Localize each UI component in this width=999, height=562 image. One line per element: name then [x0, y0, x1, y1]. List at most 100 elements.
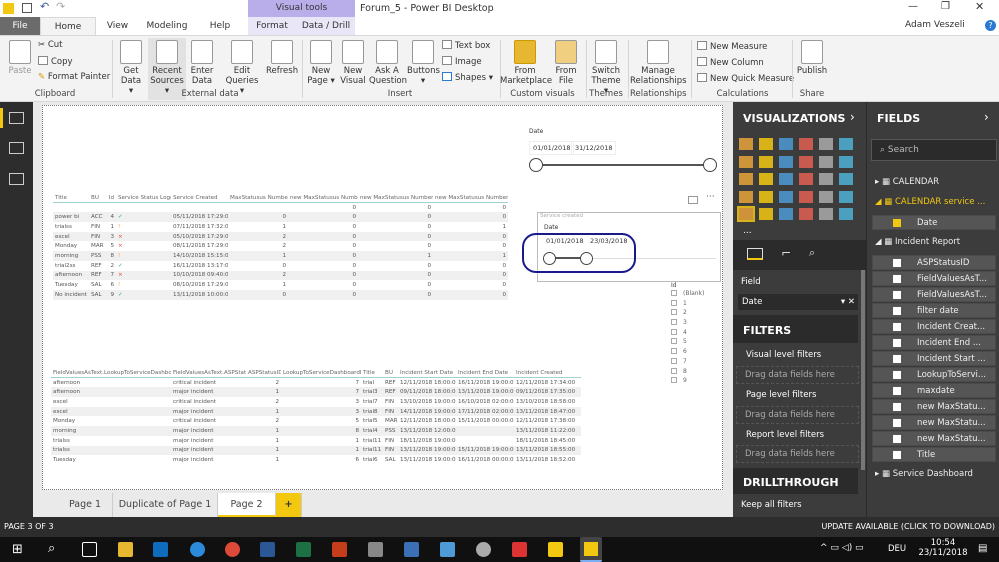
slicer-end-handle[interactable]: [703, 158, 717, 172]
visual-type-icon[interactable]: [839, 155, 853, 168]
buttons-button[interactable]: Buttons ▾: [407, 40, 440, 86]
new-quick-measure-button[interactable]: New Quick Measure: [697, 73, 794, 85]
id-option[interactable]: 2: [671, 308, 721, 318]
visual-type-icon[interactable]: [799, 190, 813, 203]
column-header[interactable]: new MaxStatusus Number 2: [358, 193, 433, 204]
fields-search-input[interactable]: ⌕ Search: [871, 139, 997, 161]
data-view-icon[interactable]: [9, 142, 24, 154]
remove-field-icon[interactable]: ▾ ✕: [841, 294, 855, 310]
checkbox[interactable]: [671, 319, 677, 326]
visual-type-icon[interactable]: [819, 155, 833, 168]
visual-type-icon[interactable]: [779, 173, 793, 185]
visual-type-icon[interactable]: [739, 173, 753, 185]
service-table[interactable]: Title BU Id Service Status Logo Service Crea…: [53, 193, 508, 300]
checkbox[interactable]: [893, 355, 901, 363]
fields-tab-icon[interactable]: [747, 248, 763, 260]
visual-type-icon[interactable]: [839, 208, 853, 220]
tab-view[interactable]: View: [100, 17, 135, 35]
refresh-button[interactable]: Refresh: [266, 40, 298, 76]
visual-type-icon[interactable]: [779, 155, 793, 168]
undo-icon[interactable]: ↶: [40, 0, 49, 13]
visual-type-icon[interactable]: [759, 155, 773, 168]
checkbox[interactable]: [671, 338, 677, 345]
checkbox[interactable]: [893, 307, 901, 315]
file-explorer-icon[interactable]: [118, 542, 133, 557]
column-header[interactable]: Incident Created: [514, 368, 581, 379]
search-icon[interactable]: ⌕: [48, 541, 55, 556]
checkbox[interactable]: [893, 259, 901, 267]
copy-button[interactable]: Copy: [38, 56, 73, 68]
visual-type-icon[interactable]: [819, 190, 833, 203]
app-icon[interactable]: [440, 542, 455, 557]
checkbox[interactable]: [893, 387, 901, 395]
tab-modeling[interactable]: Modeling: [142, 17, 192, 35]
column-header[interactable]: FieldValuesAsText.LookupToServiceDashboa…: [51, 368, 171, 379]
expand-icon[interactable]: ◢: [875, 197, 882, 207]
visual-type-icon[interactable]: [779, 190, 793, 203]
checkbox[interactable]: [893, 419, 901, 427]
column-header[interactable]: Service Status Logo: [116, 193, 171, 204]
new-measure-button[interactable]: New Measure: [697, 41, 767, 53]
word-icon[interactable]: [260, 542, 275, 557]
visual-type-icon[interactable]: [779, 208, 793, 220]
slicer-end-date[interactable]: 31/12/2018: [571, 141, 617, 155]
visual-type-icon[interactable]: [759, 190, 773, 203]
tab-help[interactable]: Help: [205, 17, 235, 35]
new-visual-button[interactable]: New Visual: [338, 40, 368, 86]
visual-type-icon[interactable]: [759, 208, 773, 220]
checkbox[interactable]: [671, 299, 677, 306]
visual-type-icon[interactable]: [737, 206, 755, 222]
page-tab-page-1[interactable]: Page 1: [58, 493, 113, 517]
slicer-start-handle[interactable]: [529, 158, 543, 172]
visual-type-icon[interactable]: [819, 173, 833, 185]
publish-button[interactable]: Publish: [795, 40, 829, 76]
visual-type-icon[interactable]: [739, 190, 753, 203]
text-box-button[interactable]: Text box: [442, 40, 490, 52]
checkbox[interactable]: [671, 290, 677, 296]
clock[interactable]: 10:54 23/11/2018: [918, 538, 968, 558]
tab-data-drill[interactable]: Data / Drill: [300, 17, 352, 35]
checkbox[interactable]: [671, 348, 677, 355]
excel-icon[interactable]: [296, 542, 311, 557]
task-view-icon[interactable]: [82, 542, 97, 557]
column-header[interactable]: Incident Start Date: [398, 368, 456, 379]
checkbox[interactable]: [893, 219, 901, 227]
relationships-view-icon[interactable]: [9, 173, 24, 185]
focus-mode-icon[interactable]: [688, 196, 698, 204]
id-option[interactable]: 6: [671, 347, 721, 357]
column-header[interactable]: MaxStatusus Number: [228, 193, 288, 204]
powerbi-taskbar-icon[interactable]: [580, 537, 602, 562]
checkbox[interactable]: [893, 451, 901, 459]
column-header[interactable]: BU: [89, 193, 106, 204]
paste-button[interactable]: Paste: [6, 40, 34, 76]
app-icon[interactable]: [368, 542, 383, 557]
visual-type-icon[interactable]: [779, 138, 793, 150]
checkbox[interactable]: [893, 371, 901, 379]
collapse-icon[interactable]: ▸: [875, 177, 879, 187]
edit-queries-button[interactable]: Edit Queries ▾: [224, 40, 260, 96]
format-roller-icon[interactable]: ⌐: [781, 246, 791, 260]
switch-theme-button[interactable]: Switch Theme ▾: [588, 40, 624, 96]
visual-type-icon[interactable]: [799, 155, 813, 168]
page-filters-drop-zone[interactable]: Drag data fields here: [736, 406, 859, 424]
update-available-link[interactable]: UPDATE AVAILABLE (CLICK TO DOWNLOAD): [821, 517, 995, 537]
id-option[interactable]: 9: [671, 376, 721, 386]
id-option[interactable]: 8: [671, 367, 721, 377]
column-header[interactable]: Service Created: [171, 193, 228, 204]
checkbox[interactable]: [671, 367, 677, 374]
add-page-button[interactable]: +: [276, 493, 302, 517]
column-header[interactable]: ASPStatusID: [246, 368, 281, 379]
restore-button[interactable]: ❐: [941, 1, 950, 12]
visual-type-icon[interactable]: [839, 138, 853, 150]
new-column-button[interactable]: New Column: [697, 57, 764, 69]
scrollbar[interactable]: [861, 270, 865, 470]
tab-format[interactable]: Format: [252, 17, 292, 35]
id-option[interactable]: 3: [671, 318, 721, 328]
collapse-icon[interactable]: ›: [984, 110, 989, 124]
visual-type-icon[interactable]: [799, 208, 813, 220]
id-slicer[interactable]: Id (Blank) 1 2 3 4 5 6 7 8 9: [671, 282, 721, 386]
visual-type-icon[interactable]: [839, 173, 853, 185]
sticky-notes-icon[interactable]: [548, 542, 563, 557]
new-page-button[interactable]: New Page ▾: [306, 40, 336, 86]
incident-table[interactable]: FieldValuesAsText.LookupToServiceDashboa…: [51, 368, 581, 465]
